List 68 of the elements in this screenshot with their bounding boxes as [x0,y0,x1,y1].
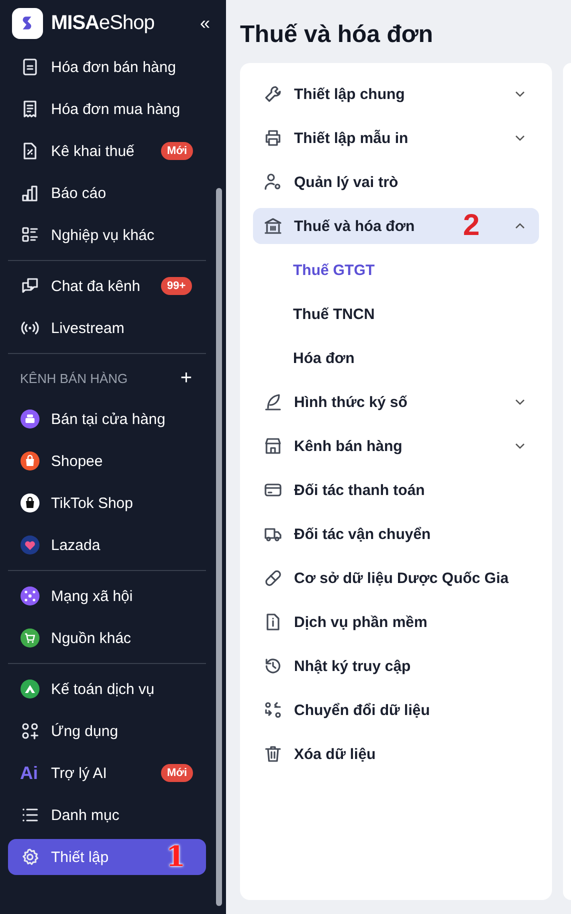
settings-menu-item[interactable]: Cơ sở dữ liệu Dược Quốc Gia [253,560,539,596]
sidebar-item[interactable]: Kế toán dịch vụ [0,668,206,710]
sidebar-item[interactable]: Nghiệp vụ khác [0,214,206,256]
ai-icon: Ai [20,762,40,784]
sidebar-item[interactable]: Lazada [0,524,206,566]
section-title: KÊNH BÁN HÀNG [20,370,128,386]
badge: Mới [161,142,194,160]
gear-icon [20,847,40,867]
printer-icon [263,128,283,148]
settings-menu-item[interactable]: Thuế và hóa đơn 2 [253,208,539,244]
settings-menu-item[interactable]: Thiết lập chung [253,76,539,112]
settings-menu-item[interactable]: Hình thức ký số [253,384,539,420]
settings-submenu-item[interactable]: Thuế TNCN [253,292,539,336]
settings-menu-item[interactable]: Xóa dữ liệu [253,736,539,772]
network-icon [20,586,40,606]
sidebar-item[interactable]: Shopee [0,440,206,482]
scrollbar[interactable] [216,188,222,906]
receipt-icon [20,57,40,77]
settings-menu-item[interactable]: Quản lý vai trò [253,164,539,200]
sidebar-item[interactable]: TikTok Shop [0,482,206,524]
feather-icon [263,392,283,412]
shopping-bag-icon [20,451,40,471]
sidebar-item[interactable]: Báo cáo [0,172,206,214]
annotation-number: 1 [166,843,186,871]
sidebar-item[interactable]: Chat đa kênh 99+ [0,265,206,307]
shopping-bag-icon [20,493,40,513]
sidebar-item[interactable]: Kê khai thuế Mới [0,130,206,172]
collapse-button[interactable]: « [196,12,214,34]
trash-icon [263,744,283,764]
sidebar-item[interactable]: Nguồn khác [0,617,206,659]
logo-icon [12,8,43,38]
sidebar-item[interactable]: Ai Trợ lý AI Mới [0,752,206,794]
settings-menu-item[interactable]: Chuyển đổi dữ liệu [253,692,539,728]
store-icon [20,409,40,429]
bar-chart-icon [20,183,40,203]
settings-menu-item[interactable]: Đối tác thanh toán [253,472,539,508]
settings-submenu-item[interactable]: Hóa đơn [253,336,539,380]
pill-icon [263,568,283,588]
wrench-icon [263,84,283,104]
sidebar-item[interactable]: Bán tại cửa hàng [0,398,206,440]
settings-menu-item[interactable]: Kênh bán hàng [253,428,539,464]
history-icon [263,656,283,676]
sidebar-item[interactable]: Danh mục [0,794,206,836]
page-title: Thuế và hóa đơn [240,20,434,50]
sidebar-item[interactable]: Thiết lập 1 [8,839,206,875]
annotation-number: 2 [463,211,480,241]
sidebar-item[interactable]: Hóa đơn bán hàng [0,46,206,88]
store-icon [263,436,283,456]
triangle-logo-icon [20,679,40,699]
cart-icon [20,628,40,648]
settings-menu-item[interactable]: Nhật ký truy cập [253,648,539,684]
sidebar-item[interactable]: Mạng xã hội [0,575,206,617]
settings-menu-item[interactable]: Thiết lập mẫu in [253,120,539,156]
swap-icon [263,700,283,720]
settings-submenu-item[interactable]: Thuế GTGT [253,248,539,292]
bank-icon [263,216,283,236]
list-icon [20,225,40,245]
apps-icon [20,721,40,741]
sidebar-item[interactable]: Hóa đơn mua hàng [0,88,206,130]
settings-menu-item[interactable]: Đối tác vận chuyển [253,516,539,552]
brand-name: MISAeShop [51,12,156,34]
sidebar-item[interactable]: Livestream [0,307,206,349]
sidebar-item[interactable]: Ứng dụng [0,710,206,752]
badge: 99+ [161,277,192,295]
add-button[interactable]: + [180,366,192,390]
badge: Mới [161,764,194,782]
settings-menu-item[interactable]: Dịch vụ phần mềm [253,604,539,640]
user-gear-icon [263,172,283,192]
